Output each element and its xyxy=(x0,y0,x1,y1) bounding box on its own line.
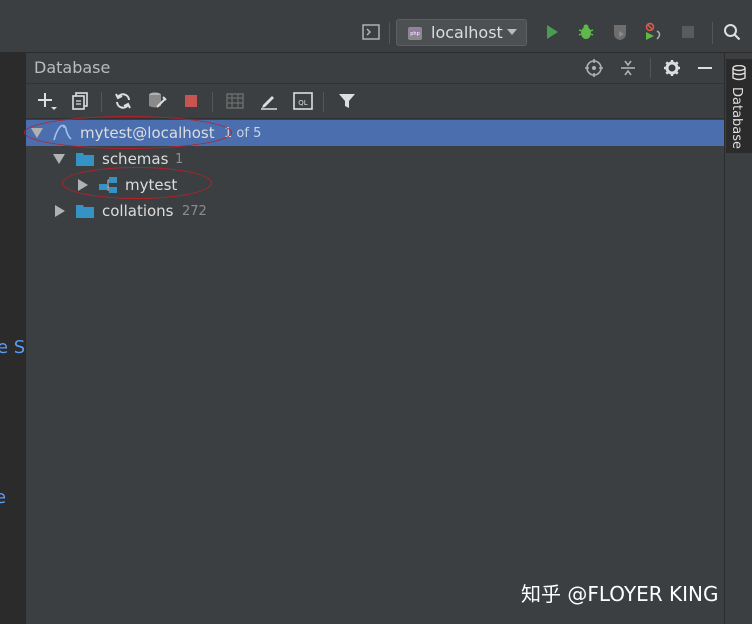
tree-node-label: schemas xyxy=(102,150,169,168)
database-toolbar: QL xyxy=(26,84,724,119)
tree-node-label: collations xyxy=(102,202,174,220)
main-toolbar: php localhost xyxy=(0,0,752,53)
toolbar-separator xyxy=(323,92,324,112)
collapse-all-icon[interactable] xyxy=(617,57,639,79)
database-tab-label: Database xyxy=(729,87,744,150)
php-server-icon: php xyxy=(405,23,425,43)
toolbar-separator xyxy=(712,22,713,44)
minimize-icon[interactable] xyxy=(694,57,716,79)
toolbar-separator xyxy=(212,92,213,112)
expand-arrow-icon[interactable] xyxy=(55,205,65,217)
table-icon[interactable] xyxy=(224,90,246,112)
tree-node-count: 272 xyxy=(182,203,207,219)
header-separator xyxy=(650,58,651,78)
panel-header: Database xyxy=(26,53,724,84)
search-icon[interactable] xyxy=(720,20,744,44)
tree-node-collations[interactable]: collations 272 xyxy=(26,198,724,224)
stop-icon[interactable] xyxy=(676,20,700,44)
stop-icon[interactable] xyxy=(180,90,202,112)
data-source-properties-icon[interactable] xyxy=(146,90,168,112)
debug-icon[interactable] xyxy=(574,20,598,44)
run-icon[interactable] xyxy=(540,20,564,44)
toolbar-separator xyxy=(389,22,390,44)
svg-text:QL: QL xyxy=(298,99,308,107)
add-icon[interactable] xyxy=(36,90,58,112)
watermark: 知乎 @FLOYER KING xyxy=(521,582,719,606)
run-config-label: localhost xyxy=(431,23,503,42)
editor-text-fragment: le S xyxy=(0,337,26,358)
panel-title: Database xyxy=(34,58,111,77)
profile-icon[interactable] xyxy=(641,20,665,44)
edit-icon[interactable] xyxy=(258,90,280,112)
run-config-dropdown[interactable]: php localhost xyxy=(396,19,527,46)
folder-icon xyxy=(76,153,94,166)
database-tab[interactable]: Database xyxy=(726,59,752,153)
database-icon xyxy=(732,64,746,85)
chevron-down-icon xyxy=(507,29,517,35)
duplicate-icon[interactable] xyxy=(69,90,91,112)
annotation-oval xyxy=(24,116,232,149)
filter-icon[interactable] xyxy=(336,90,358,112)
gear-icon[interactable] xyxy=(661,57,683,79)
editor-text-fragment: e xyxy=(0,487,7,508)
editor-edge: le S e xyxy=(0,53,26,624)
database-tool-window: Database QL mytest@localhost 1 of 5 sche… xyxy=(24,53,724,624)
run-with-coverage-icon[interactable] xyxy=(608,20,632,44)
right-tool-strip: Database xyxy=(724,53,752,624)
folder-icon xyxy=(76,205,94,218)
expand-arrow-icon[interactable] xyxy=(53,154,65,164)
toolbar-separator xyxy=(101,92,102,112)
refresh-icon[interactable] xyxy=(112,90,134,112)
sql-console-icon[interactable]: QL xyxy=(292,90,314,112)
crosshair-icon[interactable] xyxy=(583,57,605,79)
run-console-icon[interactable] xyxy=(359,20,383,44)
svg-text:php: php xyxy=(410,31,420,37)
annotation-oval xyxy=(62,167,212,199)
tree-node-count: 1 xyxy=(175,151,184,167)
